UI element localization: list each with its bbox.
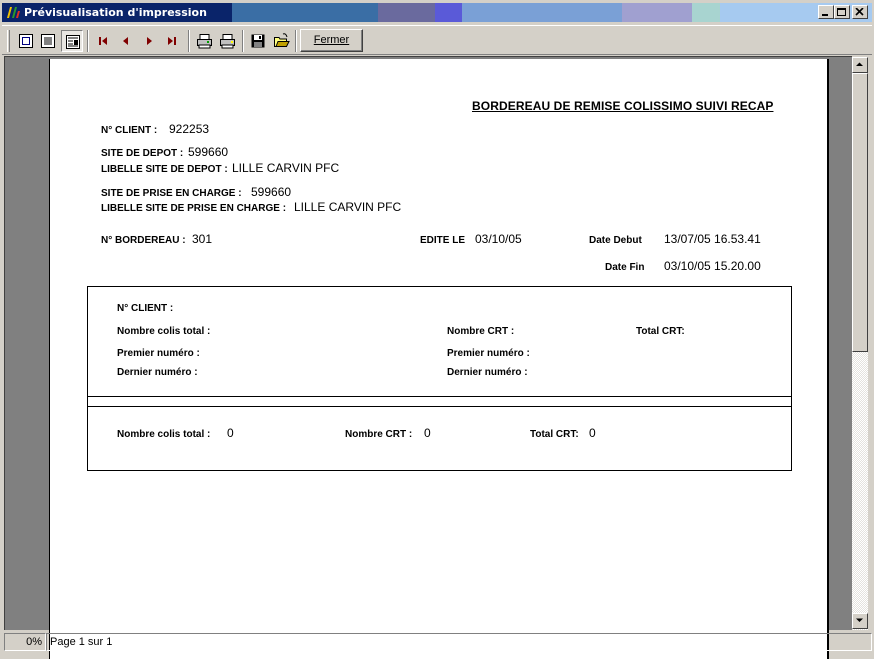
toolbar: Fermer bbox=[2, 25, 872, 55]
close-icon bbox=[855, 8, 864, 16]
depot-libelle-label: LIBELLE SITE DE DEPOT : bbox=[101, 164, 228, 175]
scroll-down-button[interactable] bbox=[852, 613, 868, 629]
last-page-button[interactable] bbox=[161, 30, 183, 52]
title-bar: Prévisualisation d'impression bbox=[2, 3, 872, 22]
minimize-icon bbox=[822, 14, 828, 16]
toolbar-separator bbox=[295, 30, 297, 52]
depot-label: SITE DE DEPOT : bbox=[101, 148, 184, 159]
close-preview-label: Fermer bbox=[313, 34, 350, 46]
detail-total-crt-label: Total CRT: bbox=[636, 326, 685, 337]
detail-dernier-numero-label: Dernier numéro : bbox=[117, 367, 198, 378]
open-folder-icon bbox=[274, 33, 290, 47]
app-icon bbox=[5, 5, 21, 20]
prise-value: 599660 bbox=[251, 185, 292, 199]
report-title: BORDEREAU DE REMISE COLISSIMO SUIVI RECA… bbox=[472, 99, 774, 113]
scroll-up-button[interactable] bbox=[852, 57, 868, 73]
zoom-view-button[interactable] bbox=[61, 30, 83, 52]
single-page-icon bbox=[19, 34, 33, 48]
print-button[interactable] bbox=[216, 30, 238, 52]
one-page-view-button[interactable] bbox=[15, 30, 37, 52]
preview-area[interactable]: BORDEREAU DE REMISE COLISSIMO SUIVI RECA… bbox=[4, 56, 852, 659]
total-crt-label: Total CRT: bbox=[530, 429, 579, 440]
vertical-scrollbar[interactable] bbox=[852, 57, 868, 630]
maximize-icon bbox=[837, 8, 846, 16]
detail-premier-numero-crt-label: Premier numéro : bbox=[447, 348, 530, 359]
page-width-icon bbox=[41, 34, 55, 48]
full-width-view-button[interactable] bbox=[37, 30, 59, 52]
status-bar: 0% Page 1 sur 1 bbox=[2, 632, 872, 652]
open-button[interactable] bbox=[270, 30, 292, 52]
prise-label: SITE DE PRISE EN CHARGE : bbox=[101, 188, 242, 199]
save-button[interactable] bbox=[247, 30, 269, 52]
detail-nombre-colis-label: Nombre colis total : bbox=[117, 326, 211, 337]
scroll-thumb[interactable] bbox=[852, 73, 868, 352]
bordereau-label: N° BORDEREAU : bbox=[101, 235, 186, 246]
detail-client-label: N° CLIENT : bbox=[117, 303, 174, 314]
last-page-icon bbox=[168, 37, 176, 45]
detail-dernier-numero-crt-label: Dernier numéro : bbox=[447, 367, 528, 378]
date-debut-label: Date Debut bbox=[589, 235, 642, 246]
bordereau-value: 301 bbox=[192, 232, 213, 246]
toolbar-grip[interactable] bbox=[7, 30, 10, 52]
detail-premier-numero-label: Premier numéro : bbox=[117, 348, 200, 359]
first-page-button[interactable] bbox=[92, 30, 114, 52]
depot-libelle-value: LILLE CARVIN PFC bbox=[232, 161, 340, 175]
prise-libelle-value: LILLE CARVIN PFC bbox=[294, 200, 402, 214]
page-status: Page 1 sur 1 bbox=[46, 633, 872, 651]
close-preview-button[interactable]: Fermer bbox=[300, 29, 363, 52]
total-nombre-crt-value: 0 bbox=[424, 426, 431, 440]
window-frame bbox=[869, 57, 872, 630]
next-page-icon bbox=[147, 37, 152, 45]
next-page-button[interactable] bbox=[138, 30, 160, 52]
total-crt-value: 0 bbox=[589, 426, 596, 440]
summary-divider bbox=[87, 406, 792, 407]
window-title: Prévisualisation d'impression bbox=[24, 6, 207, 19]
summary-box bbox=[87, 286, 792, 471]
toolbar-separator bbox=[87, 30, 89, 52]
zoom-page-icon bbox=[66, 35, 80, 49]
total-nombre-colis-value: 0 bbox=[227, 426, 234, 440]
zoom-status: 0% bbox=[4, 633, 46, 651]
detail-nombre-crt-label: Nombre CRT : bbox=[447, 326, 515, 337]
minimize-button[interactable] bbox=[818, 5, 834, 19]
printer-icon bbox=[220, 34, 235, 49]
report-page: BORDEREAU DE REMISE COLISSIMO SUIVI RECA… bbox=[49, 59, 829, 659]
prise-libelle-label: LIBELLE SITE DE PRISE EN CHARGE : bbox=[101, 203, 287, 214]
printer-setup-icon bbox=[197, 34, 212, 49]
toolbar-separator bbox=[188, 30, 190, 52]
total-nombre-colis-label: Nombre colis total : bbox=[117, 429, 211, 440]
client-value: 922253 bbox=[169, 122, 210, 136]
first-page-icon bbox=[99, 37, 107, 45]
date-debut-value: 13/07/05 16.53.41 bbox=[664, 232, 761, 246]
floppy-disk-icon bbox=[251, 34, 265, 48]
client-label: N° CLIENT : bbox=[101, 125, 158, 136]
print-setup-button[interactable] bbox=[193, 30, 215, 52]
arrow-down-icon bbox=[856, 618, 863, 622]
previous-page-icon bbox=[123, 37, 128, 45]
date-fin-label: Date Fin bbox=[605, 262, 645, 273]
previous-page-button[interactable] bbox=[115, 30, 137, 52]
arrow-up-icon bbox=[856, 62, 863, 66]
edite-value: 03/10/05 bbox=[475, 232, 522, 246]
edite-label: EDITE LE bbox=[420, 235, 466, 246]
maximize-button[interactable] bbox=[834, 5, 850, 19]
close-button[interactable] bbox=[852, 5, 868, 19]
depot-value: 599660 bbox=[188, 145, 229, 159]
total-nombre-crt-label: Nombre CRT : bbox=[345, 429, 413, 440]
toolbar-separator bbox=[242, 30, 244, 52]
summary-divider bbox=[87, 396, 792, 397]
date-fin-value: 03/10/05 15.20.00 bbox=[664, 259, 761, 273]
